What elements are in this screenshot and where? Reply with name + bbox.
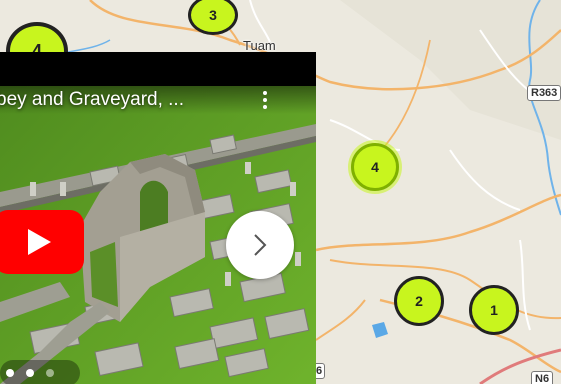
carousel-indicator: [0, 360, 80, 384]
town-label: Tuam: [243, 38, 276, 53]
next-button[interactable]: [226, 211, 294, 279]
carousel-dot[interactable]: [26, 369, 34, 377]
road-shield: N6: [531, 371, 554, 384]
video-player[interactable]: bey and Graveyard, ...: [0, 52, 316, 384]
road-shield: R363: [527, 85, 561, 101]
cluster-count: 1: [490, 302, 498, 318]
youtube-play-button[interactable]: [0, 210, 84, 274]
play-icon: [28, 229, 51, 255]
cluster-marker[interactable]: 4: [351, 143, 399, 191]
video-title-text: bey and Graveyard, ...: [0, 89, 184, 110]
chevron-right-icon: [254, 234, 267, 256]
more-vertical-icon[interactable]: [258, 86, 272, 114]
cluster-marker[interactable]: 1: [469, 285, 519, 335]
cluster-count: 4: [371, 159, 379, 175]
cluster-count: 2: [415, 293, 423, 309]
cluster-count: 3: [209, 7, 217, 23]
carousel-dot[interactable]: [6, 369, 14, 377]
carousel-dot[interactable]: [46, 369, 54, 377]
video-top-bar: [0, 52, 316, 86]
cluster-marker[interactable]: 2: [394, 276, 444, 326]
